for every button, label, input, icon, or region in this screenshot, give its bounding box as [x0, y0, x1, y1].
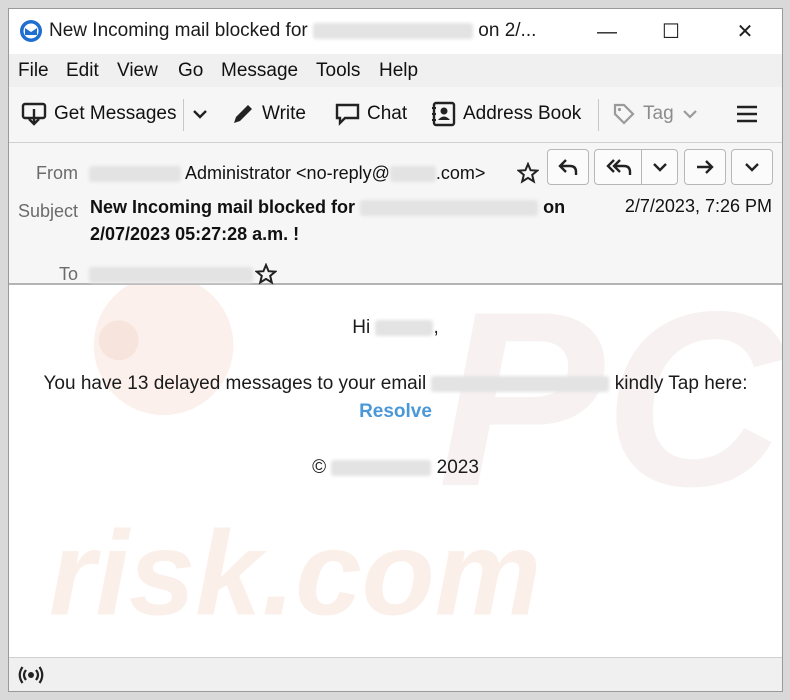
- copyright-line: © 2023: [9, 457, 782, 479]
- pencil-icon: [234, 105, 252, 123]
- chevron-down-icon: [682, 110, 697, 119]
- reply-all-dropdown[interactable]: [641, 149, 678, 185]
- subject-suffix: on: [543, 197, 566, 217]
- chevron-down-icon: [652, 163, 667, 172]
- write-button[interactable]: Write: [231, 97, 306, 131]
- resolve-line: Resolve: [9, 401, 782, 423]
- chevron-down-icon: [193, 110, 207, 119]
- from-domain: .com>: [435, 163, 486, 183]
- app-menu-button[interactable]: [736, 97, 765, 131]
- get-messages-dropdown[interactable]: [191, 97, 216, 131]
- forward-icon: [697, 160, 714, 174]
- menu-view[interactable]: View: [117, 60, 158, 82]
- tag-button[interactable]: Tag: [612, 97, 698, 131]
- more-actions-button[interactable]: [731, 149, 773, 185]
- address-book-label: Address Book: [463, 103, 582, 124]
- menu-bar: File Edit View Go Message Tools Help: [9, 54, 782, 87]
- message-header: From Administrator <no-reply@ .com> Subj…: [9, 143, 782, 285]
- redacted-company: [331, 459, 432, 476]
- star-icon[interactable]: [517, 162, 539, 184]
- maximize-button[interactable]: ☐: [651, 17, 691, 47]
- title-bar: New Incoming mail blocked for on 2/... —…: [9, 9, 782, 54]
- message-suffix: kindly Tap here:: [614, 373, 748, 394]
- toolbar-separator: [183, 99, 184, 131]
- window-title-prefix: New Incoming mail blocked for: [49, 20, 308, 41]
- online-status-icon[interactable]: [18, 664, 44, 686]
- message-line: You have 13 delayed messages to your ema…: [9, 373, 782, 395]
- redacted-email: [360, 200, 539, 217]
- menu-tools[interactable]: Tools: [316, 60, 360, 82]
- greeting-line: Hi ,: [9, 317, 782, 339]
- greeting-prefix: Hi: [352, 317, 371, 338]
- minimize-button[interactable]: —: [587, 17, 627, 47]
- window-title-suffix: on 2/...: [478, 20, 537, 41]
- message-prefix: You have 13 delayed messages to your ema…: [43, 373, 427, 394]
- window-title: New Incoming mail blocked for on 2/...: [49, 20, 536, 42]
- from-value[interactable]: Administrator <no-reply@ .com>: [89, 163, 485, 184]
- redacted-email: [313, 22, 473, 39]
- from-label: From: [36, 163, 78, 183]
- redacted-email: [431, 375, 610, 392]
- chevron-down-icon: [745, 163, 759, 172]
- subject-label: Subject: [18, 201, 79, 221]
- to-value[interactable]: [89, 264, 253, 285]
- star-icon[interactable]: [255, 263, 277, 285]
- subject-value: New Incoming mail blocked for on 2/07/20…: [90, 194, 600, 248]
- status-bar: [9, 657, 782, 691]
- menu-help[interactable]: Help: [379, 60, 418, 82]
- from-name: Administrator <no-reply@: [185, 163, 390, 183]
- redacted-sender: [89, 166, 181, 183]
- redacted-name: [375, 319, 434, 336]
- address-book-button[interactable]: Address Book: [431, 97, 581, 131]
- address-book-icon: [432, 101, 456, 127]
- menu-message[interactable]: Message: [221, 60, 298, 82]
- message-date: 2/7/2023, 7:26 PM: [624, 196, 772, 216]
- redacted-recipient: [89, 267, 253, 284]
- greeting-suffix: ,: [433, 317, 439, 338]
- forward-button[interactable]: [684, 149, 726, 185]
- watermark-bottom-text: risk.com: [49, 508, 541, 641]
- chat-button[interactable]: Chat: [335, 97, 407, 131]
- toolbar: Get Messages Write Chat Address Book Tag: [9, 87, 782, 143]
- subject-prefix: New Incoming mail blocked for: [90, 197, 356, 217]
- message-body: PC risk.com Hi , You have 13 delayed mes…: [9, 285, 782, 659]
- close-button[interactable]: ✕: [725, 17, 765, 47]
- get-messages-button[interactable]: Get Messages: [21, 97, 177, 131]
- download-icon: [21, 102, 47, 126]
- reply-all-icon: [606, 159, 632, 175]
- toolbar-separator: [598, 99, 599, 131]
- menu-edit[interactable]: Edit: [66, 60, 99, 82]
- write-label: Write: [262, 103, 306, 124]
- subject-line-2: 2/07/2023 05:27:28 a.m. !: [90, 224, 300, 244]
- reply-button[interactable]: [547, 149, 589, 185]
- redacted-domain: [389, 166, 436, 183]
- chat-icon: [335, 103, 360, 126]
- copyright-symbol: ©: [312, 457, 327, 478]
- get-messages-label: Get Messages: [54, 103, 177, 124]
- thunderbird-icon: [20, 20, 42, 42]
- chat-label: Chat: [367, 103, 408, 124]
- tag-label: Tag: [643, 103, 674, 124]
- to-label: To: [59, 264, 79, 284]
- mail-window: New Incoming mail blocked for on 2/... —…: [8, 8, 783, 692]
- copyright-year: 2023: [436, 457, 479, 478]
- tag-icon: [613, 103, 635, 125]
- menu-file[interactable]: File: [18, 60, 49, 82]
- resolve-link[interactable]: Resolve: [359, 401, 432, 422]
- reply-icon: [558, 159, 578, 175]
- menu-go[interactable]: Go: [178, 60, 203, 82]
- hamburger-menu-icon: [737, 105, 757, 123]
